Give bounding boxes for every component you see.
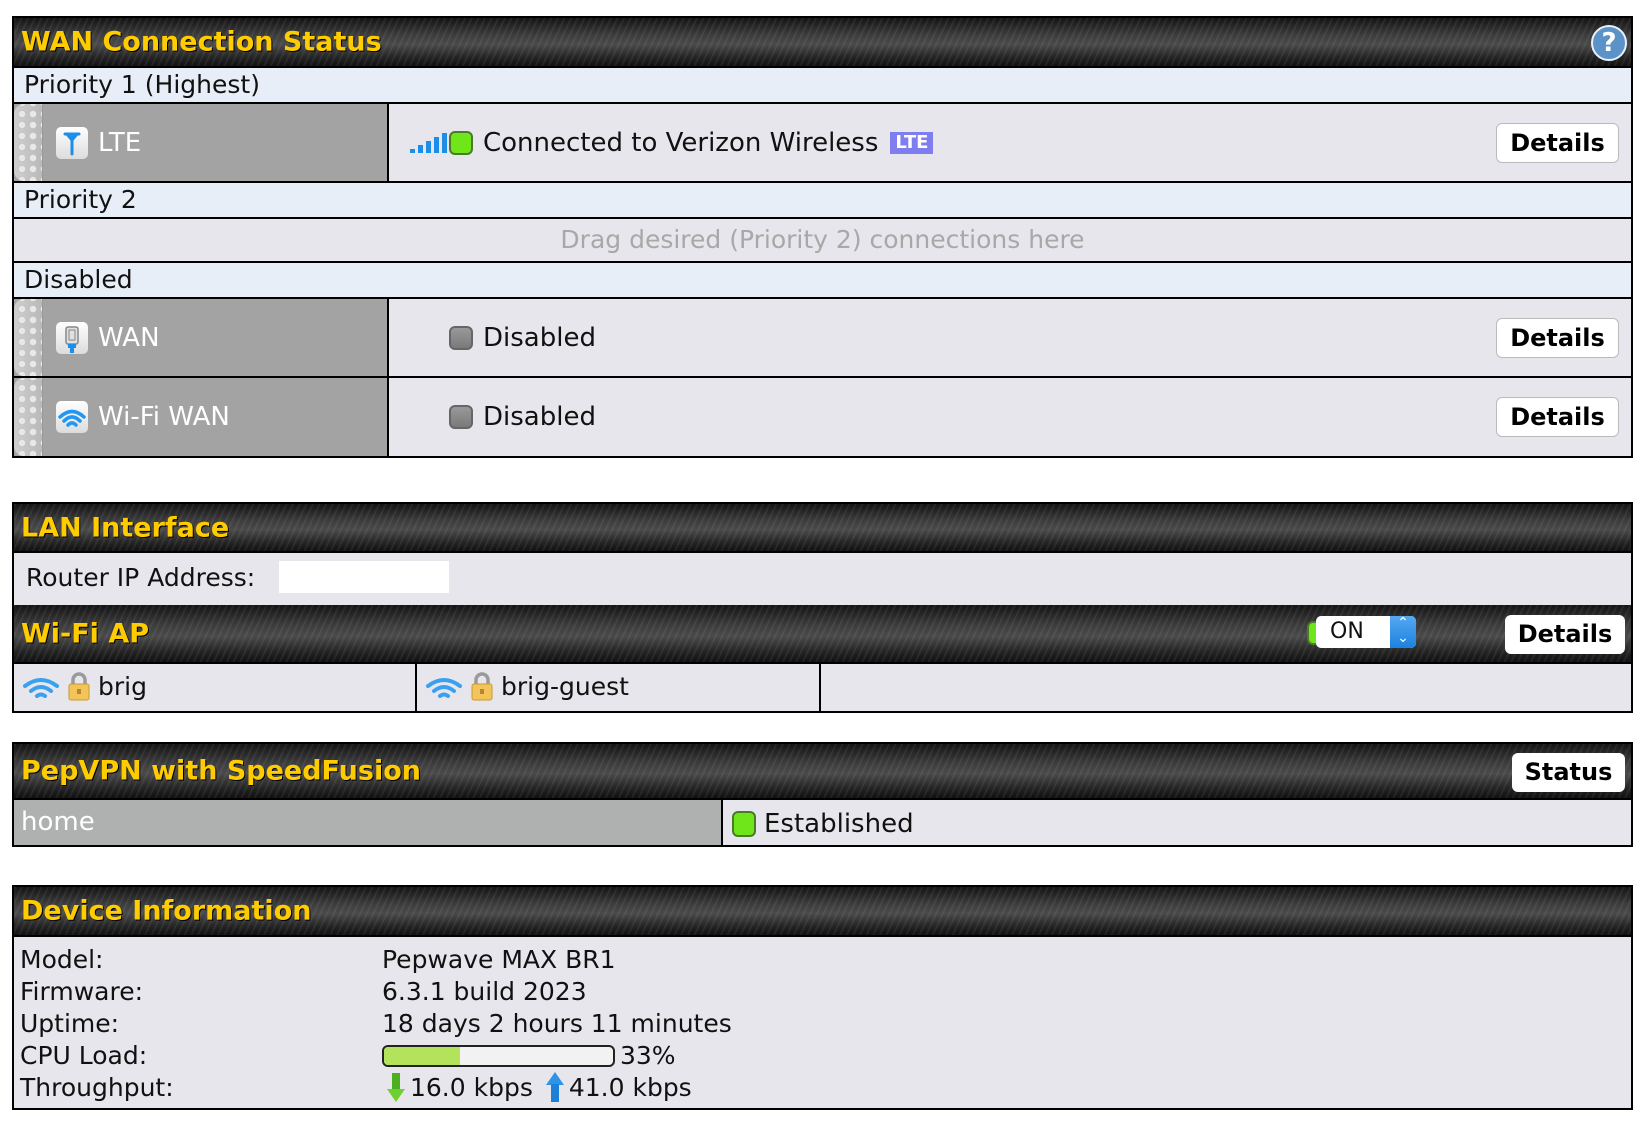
wifi-icon xyxy=(56,401,88,433)
antenna-icon xyxy=(56,126,88,159)
lan-interface-title: LAN Interface xyxy=(21,512,230,543)
priority-2-drop-zone[interactable]: Drag desired (Priority 2) connections he… xyxy=(14,219,1631,263)
status-led-icon xyxy=(732,811,756,837)
ssid-item[interactable]: brig xyxy=(22,671,147,701)
cpu-load-value: 33% xyxy=(620,1041,676,1070)
download-arrow-icon xyxy=(387,1073,405,1102)
lock-icon xyxy=(471,672,493,701)
connection-row-wan[interactable]: WAN Disabled Details xyxy=(14,299,1631,378)
router-ip-value xyxy=(279,561,449,593)
grip-icon[interactable] xyxy=(14,299,43,376)
priority-1-label: Priority 1 (Highest) xyxy=(14,68,1631,104)
pepvpn-status-button[interactable]: Status xyxy=(1512,753,1625,792)
lock-icon xyxy=(68,672,90,701)
model-value: Pepwave MAX BR1 xyxy=(382,945,616,974)
download-rate: 16.0 kbps xyxy=(410,1072,533,1102)
details-button[interactable]: Details xyxy=(1496,397,1619,437)
connection-drag-handle[interactable]: WAN xyxy=(14,299,389,376)
ethernet-icon xyxy=(56,321,88,354)
device-information-panel: Device Information Model: Pepwave MAX BR… xyxy=(12,885,1633,1110)
firmware-value: 6.3.1 build 2023 xyxy=(382,977,587,1006)
router-ip-row: Router IP Address: xyxy=(14,553,1631,605)
grip-icon[interactable] xyxy=(14,378,43,456)
upload-rate: 41.0 kbps xyxy=(568,1072,692,1102)
status-led-icon xyxy=(449,325,473,350)
upload-arrow-icon xyxy=(545,1072,564,1102)
device-information-header: Device Information xyxy=(14,887,1631,937)
lte-badge: LTE xyxy=(890,131,934,154)
details-button[interactable]: Details xyxy=(1496,123,1619,163)
details-button[interactable]: Details xyxy=(1496,318,1619,358)
priority-2-label: Priority 2 xyxy=(14,183,1631,219)
lan-interface-header: LAN Interface xyxy=(14,504,1631,553)
question-mark-icon[interactable]: ? xyxy=(1591,25,1627,61)
uptime-value: 18 days 2 hours 11 minutes xyxy=(382,1009,732,1038)
profile-status: Established xyxy=(732,809,914,839)
ssid-row: brig brig-guest xyxy=(14,664,1631,711)
cpu-load-fill xyxy=(384,1047,460,1065)
grip-icon[interactable] xyxy=(14,104,43,181)
connection-drag-handle[interactable]: Wi-Fi WAN xyxy=(14,378,389,456)
connection-status: Disabled xyxy=(449,323,596,353)
profile-name-cell: home xyxy=(14,800,723,845)
wifi-ap-details-button[interactable]: Details xyxy=(1505,615,1625,654)
wan-status-title: WAN Connection Status xyxy=(21,26,382,58)
status-led-icon xyxy=(449,130,473,155)
profile-name: home xyxy=(21,807,95,837)
wifi-icon xyxy=(23,678,59,698)
disabled-label: Disabled xyxy=(14,263,1631,299)
connection-name: Wi-Fi WAN xyxy=(98,402,230,432)
cpu-load-bar xyxy=(382,1045,615,1067)
wifi-ap-toggle-select[interactable]: ON ⌃ ⌄ xyxy=(1316,616,1416,648)
device-information-title: Device Information xyxy=(21,895,312,927)
throughput-values: 16.0 kbps 41.0 kbps xyxy=(386,1071,692,1103)
wifi-ap-title: Wi-Fi AP xyxy=(21,618,150,649)
device-info-body: Model: Pepwave MAX BR1 Firmware: 6.3.1 b… xyxy=(14,937,1631,1108)
column-divider xyxy=(819,664,821,711)
column-divider xyxy=(415,664,417,711)
connection-drag-handle[interactable]: LTE xyxy=(14,104,389,181)
model-label: Model: xyxy=(20,945,104,974)
connection-row-lte[interactable]: LTE Connected to Verizon Wireless LTE De… xyxy=(14,104,1631,183)
ssid-name: brig xyxy=(98,671,147,701)
wan-status-header: WAN Connection Status ? xyxy=(14,18,1631,68)
connection-status: Connected to Verizon Wireless LTE xyxy=(449,127,934,158)
status-text: Connected to Verizon Wireless xyxy=(483,127,879,158)
pepvpn-panel: PepVPN with SpeedFusion Status home Esta… xyxy=(12,742,1633,847)
status-text: Disabled xyxy=(483,322,596,353)
lan-interface-panel: LAN Interface Router IP Address: Wi-Fi A… xyxy=(12,502,1633,713)
connection-row-wifi-wan[interactable]: Wi-Fi WAN Disabled Details xyxy=(14,378,1631,456)
wifi-ap-header: Wi-Fi AP ON ⌃ ⌄ Details xyxy=(14,605,1631,664)
uptime-label: Uptime: xyxy=(20,1009,120,1038)
connection-name: WAN xyxy=(98,322,160,353)
pepvpn-profile-row[interactable]: home Established xyxy=(14,800,1631,845)
connection-name: LTE xyxy=(98,127,142,158)
firmware-label: Firmware: xyxy=(20,977,143,1006)
pepvpn-title: PepVPN with SpeedFusion xyxy=(21,755,421,787)
wan-connection-status-panel: WAN Connection Status ? Priority 1 (High… xyxy=(12,16,1633,458)
status-text: Disabled xyxy=(483,402,596,432)
cpu-load-label: CPU Load: xyxy=(20,1041,148,1070)
wifi-icon xyxy=(426,678,462,698)
throughput-label: Throughput: xyxy=(20,1073,174,1102)
status-led-icon xyxy=(449,405,473,429)
ssid-item[interactable]: brig-guest xyxy=(425,671,629,701)
pepvpn-header: PepVPN with SpeedFusion Status xyxy=(14,744,1631,800)
ssid-name: brig-guest xyxy=(501,671,629,701)
wifi-ap-toggle-value: ON xyxy=(1330,619,1364,644)
signal-strength-icon xyxy=(410,132,448,153)
router-ip-label: Router IP Address: xyxy=(26,563,256,592)
connection-status: Disabled xyxy=(449,402,596,432)
profile-status-text: Established xyxy=(764,809,914,839)
select-arrows-icon: ⌃ ⌄ xyxy=(1390,616,1416,648)
